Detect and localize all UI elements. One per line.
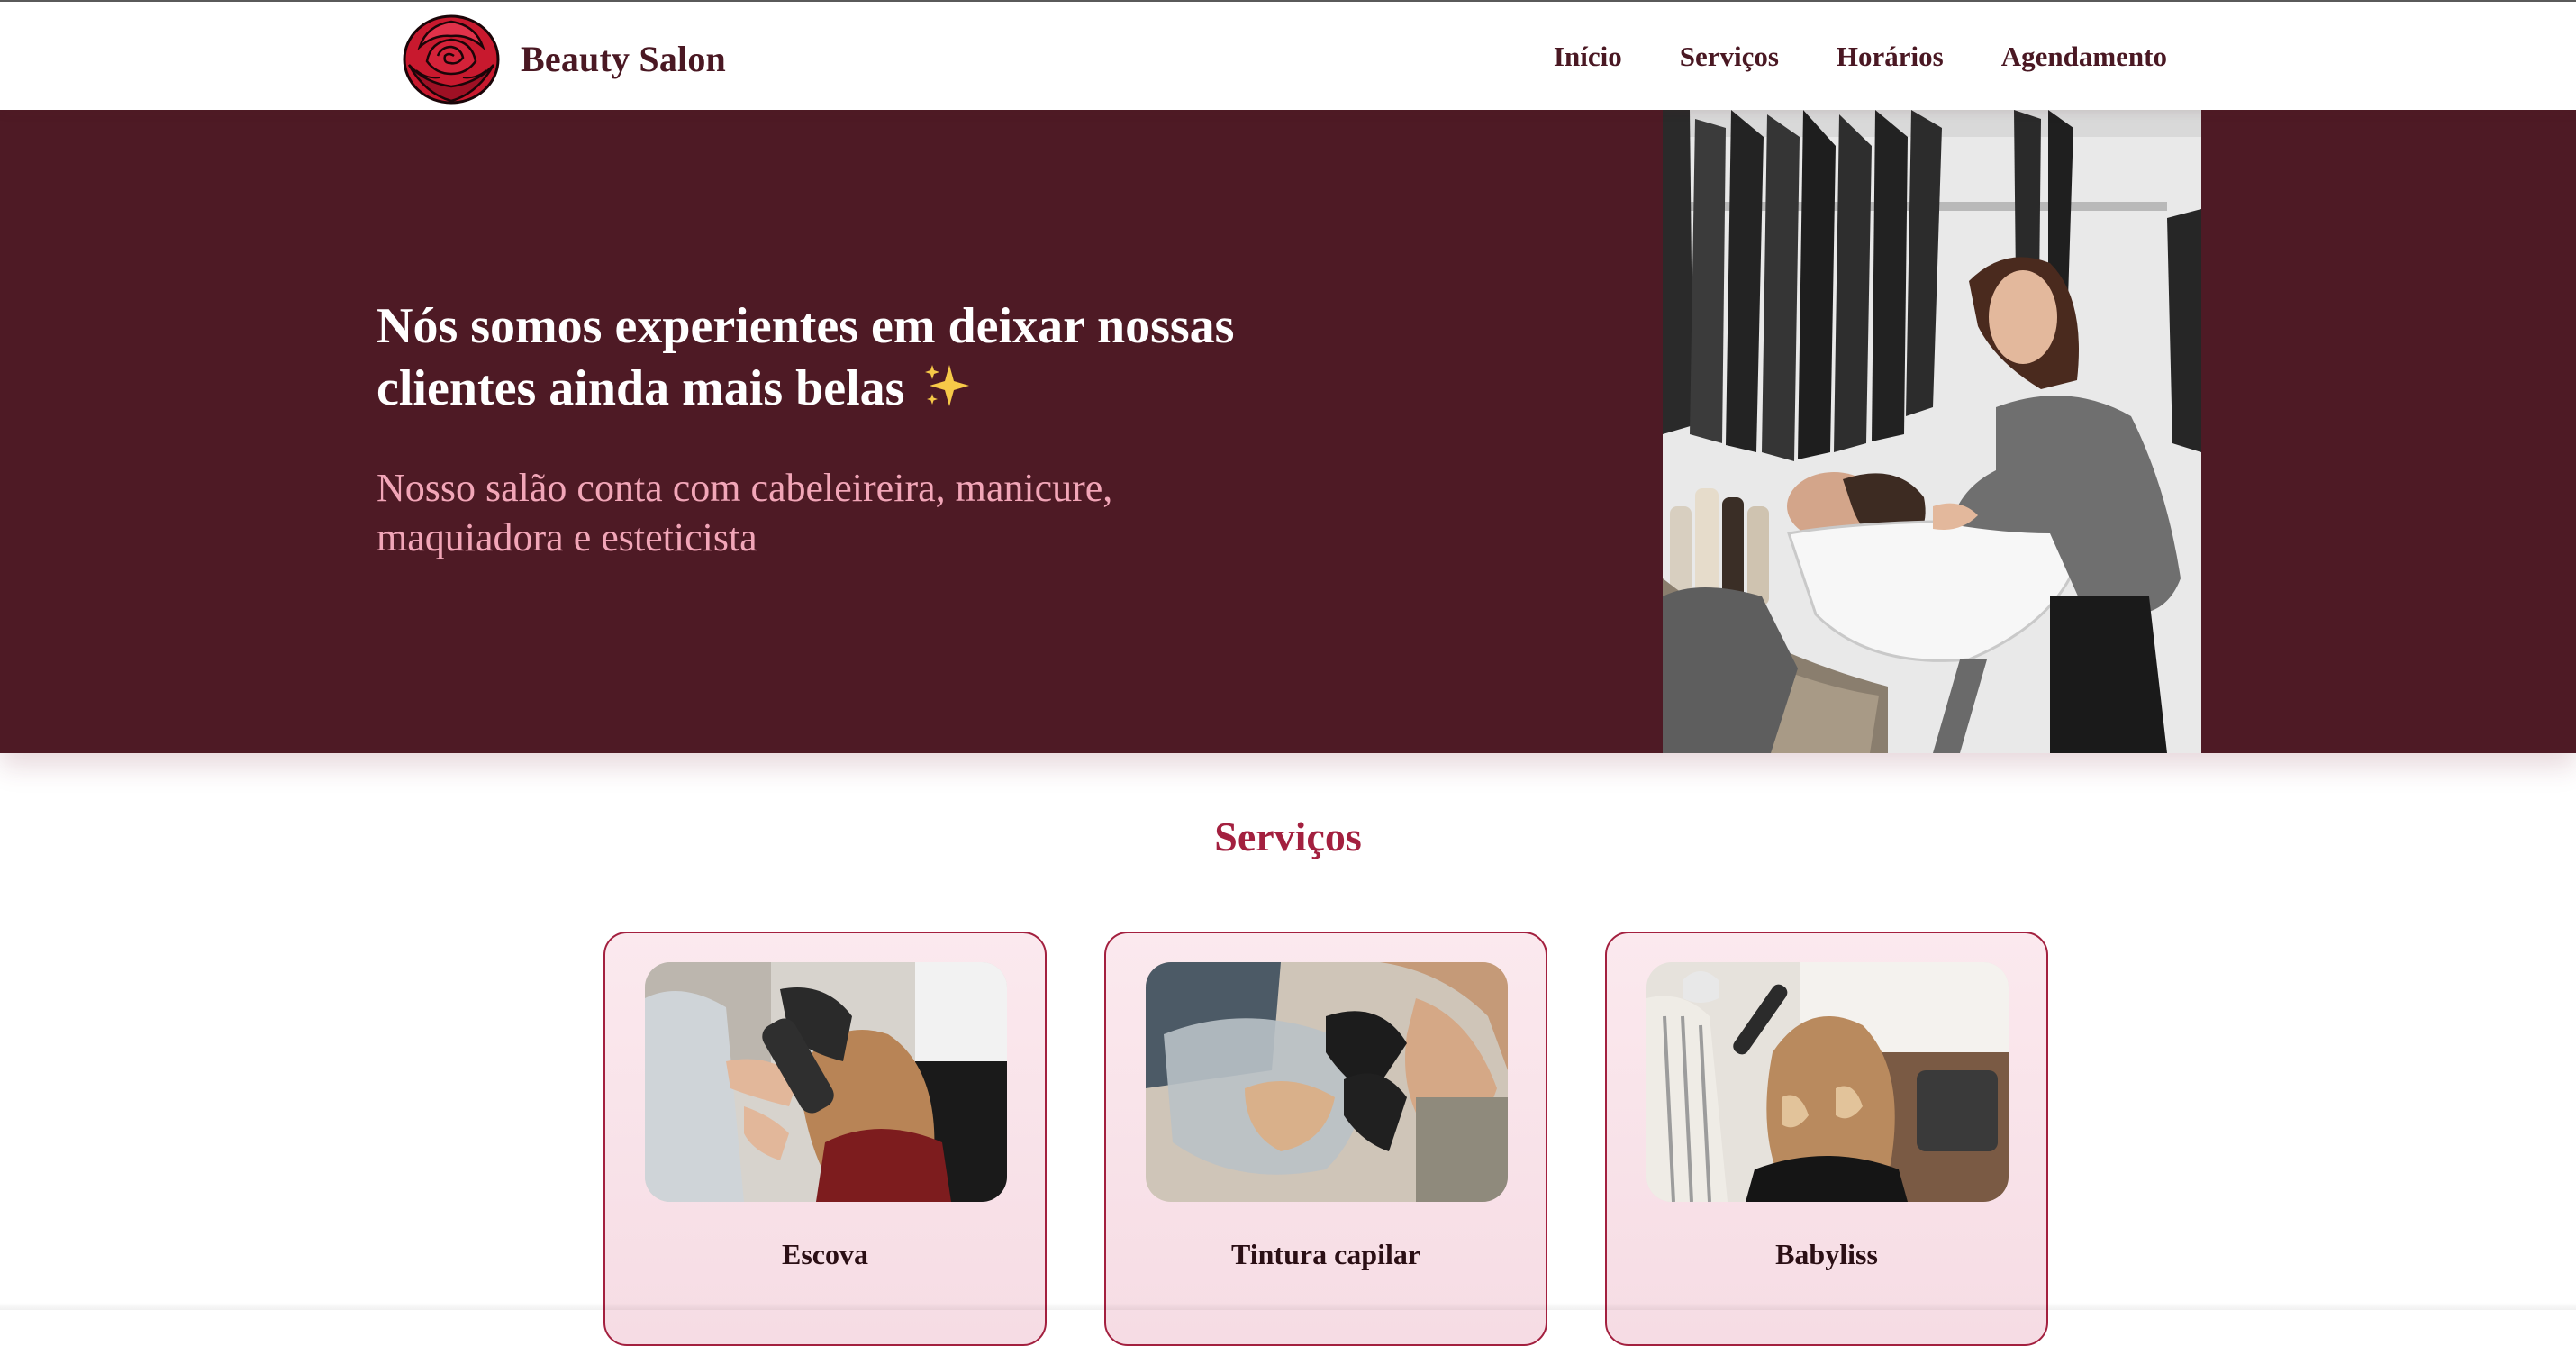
service-photo-babyliss — [1646, 962, 2009, 1202]
hero-title-text: Nós somos experientes em deixar nossas c… — [376, 298, 1235, 416]
service-name: Tintura capilar — [1230, 1238, 1421, 1270]
brand[interactable]: Beauty Salon — [400, 9, 726, 108]
nav-link-horarios[interactable]: Horários — [1837, 41, 1944, 73]
hero-title: Nós somos experientes em deixar nossas c… — [376, 296, 1331, 420]
service-card-tintura-capilar[interactable]: Tintura capilar — [1104, 932, 1547, 1346]
viewport-bottom-shadow — [0, 1303, 2576, 1310]
service-card-escova[interactable]: Escova — [603, 932, 1047, 1346]
nav-link-inicio[interactable]: Início — [1554, 41, 1622, 73]
nav-link-servicos[interactable]: Serviços — [1680, 41, 1779, 73]
service-card-babyliss[interactable]: Babyliss — [1605, 932, 2048, 1346]
hero-section: Nós somos experientes em deixar nossas c… — [0, 110, 2576, 753]
main-nav: Início Serviços Horários Agendamento — [1496, 2, 2167, 112]
service-name: Escova — [782, 1238, 868, 1270]
service-photo-escova — [645, 962, 1007, 1202]
hero-subtitle: Nosso salão conta com cabeleireira, mani… — [376, 466, 1113, 559]
nav-link-agendamento[interactable]: Agendamento — [2001, 41, 2167, 73]
sparkles-icon — [925, 365, 970, 406]
rose-logo-icon — [403, 14, 500, 105]
services-title: Serviços — [1214, 814, 1362, 859]
brand-name: Beauty Salon — [521, 38, 727, 79]
hero-photo-stylist-washing-hair — [1663, 110, 2201, 753]
service-photo-tintura-capilar — [1146, 962, 1508, 1202]
site-header: Beauty Salon Início Serviços Horários Ag… — [0, 0, 2576, 110]
service-name: Babyliss — [1775, 1238, 1878, 1270]
